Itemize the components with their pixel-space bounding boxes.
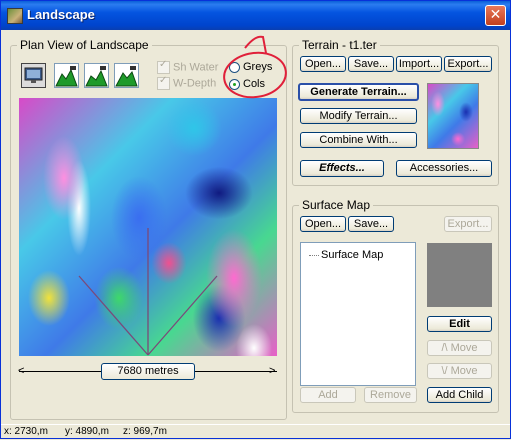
- terrain-legend: Terrain - t1.ter: [299, 38, 380, 52]
- terrain-plan-map[interactable]: [19, 98, 277, 356]
- w-depth-label: W-Depth: [173, 77, 217, 90]
- greys-label: Greys: [243, 61, 273, 73]
- modify-terrain-button[interactable]: Modify Terrain...: [300, 108, 417, 124]
- scale-right-arrow-icon: >: [269, 365, 276, 377]
- w-depth-checkbox[interactable]: W-Depth: [157, 75, 217, 90]
- terrain-save-button[interactable]: Save...: [348, 56, 394, 72]
- surface-preview: [427, 243, 492, 307]
- scale-left-arrow-icon: <: [18, 365, 25, 377]
- terrain-thumbnail: [427, 83, 479, 149]
- surface-map-tree[interactable]: Surface Map: [300, 242, 416, 386]
- terrain-export-button[interactable]: Export...: [444, 56, 492, 72]
- view-frustum-lines: [78, 228, 218, 356]
- terrain-import-button[interactable]: Import...: [396, 56, 442, 72]
- effects-button[interactable]: Effects...: [300, 160, 384, 177]
- combine-with-button[interactable]: Combine With...: [300, 132, 417, 148]
- sh-water-label: Sh Water: [173, 61, 219, 74]
- cols-radio[interactable]: Cols: [229, 78, 274, 90]
- edit-button[interactable]: Edit: [427, 316, 492, 332]
- move-down-button[interactable]: \/ Move: [427, 363, 492, 379]
- surface-export-button[interactable]: Export...: [444, 216, 492, 232]
- terrain-view-2-icon[interactable]: [84, 63, 109, 88]
- accessories-button[interactable]: Accessories...: [396, 160, 492, 177]
- add-button[interactable]: Add: [300, 387, 356, 403]
- surface-map-legend: Surface Map: [299, 198, 374, 212]
- terrain-view-1-icon[interactable]: [54, 63, 79, 88]
- terrain-view-3-icon[interactable]: [114, 63, 139, 88]
- plan-view-legend: Plan View of Landscape: [17, 38, 152, 52]
- tree-item-surface-map[interactable]: Surface Map: [309, 249, 383, 261]
- status-z: z: 969,7m: [123, 426, 167, 437]
- cols-label: Cols: [243, 78, 266, 90]
- sh-water-checkbox[interactable]: Sh Water: [157, 59, 219, 74]
- generate-terrain-button[interactable]: Generate Terrain...: [298, 83, 419, 101]
- monitor-view-icon[interactable]: [21, 63, 46, 88]
- close-button[interactable]: ✕: [485, 5, 506, 26]
- landscape-window: Landscape ✕ Plan View of Landscape Sh Wa…: [0, 0, 511, 439]
- add-child-button[interactable]: Add Child: [427, 387, 492, 403]
- greys-radio[interactable]: Greys: [229, 61, 279, 73]
- terrain-open-button[interactable]: Open...: [300, 56, 346, 72]
- landscape-app-icon: [7, 8, 23, 24]
- status-x: x: 2730,m: [4, 426, 48, 437]
- remove-button[interactable]: Remove: [364, 387, 417, 403]
- surface-save-button[interactable]: Save...: [348, 216, 394, 232]
- tree-item-label: Surface Map: [321, 249, 384, 261]
- status-bar: x: 2730,m y: 4890,m z: 969,7m: [1, 424, 510, 439]
- move-up-button[interactable]: /\ Move: [427, 340, 492, 356]
- surface-open-button[interactable]: Open...: [300, 216, 346, 232]
- status-y: y: 4890,m: [65, 426, 109, 437]
- scale-label[interactable]: 7680 metres: [101, 363, 195, 380]
- window-title: Landscape: [27, 7, 95, 22]
- title-bar[interactable]: Landscape ✕: [1, 1, 510, 30]
